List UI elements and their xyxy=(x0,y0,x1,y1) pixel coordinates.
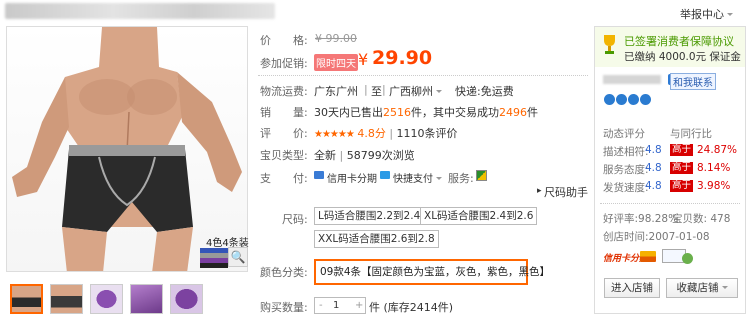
trophy-icon xyxy=(603,34,616,56)
positive-rate: 好评率:98.28% xyxy=(603,213,679,225)
panel-divider xyxy=(600,203,740,204)
view-count: 58799次浏览 xyxy=(346,149,415,162)
currency-symbol: ¥ xyxy=(358,50,369,69)
color-option-selected[interactable]: 09款4条【固定颜色为宝蓝，灰色，紫色，黑色】 xyxy=(314,259,550,285)
ship-to-select[interactable]: 广西柳州 xyxy=(389,83,442,99)
shipping-label: 物流运费: xyxy=(260,85,308,98)
size-option-l[interactable]: L码适合腰围2.2到2.4 xyxy=(314,207,425,225)
sales-text-3: 件 xyxy=(527,106,538,119)
success-count: 2496 xyxy=(499,106,527,119)
card-icon xyxy=(640,251,656,262)
service-label: 服务: xyxy=(448,172,474,185)
item-title-blurred xyxy=(5,3,275,19)
size-helper-link[interactable]: 尺码助手 xyxy=(544,184,588,200)
size-helper-arrow: ▸ xyxy=(537,186,542,196)
item-type-label: 宝贝类型: xyxy=(260,149,308,162)
deposit-text: 已缴纳 4000.0元 保证金 xyxy=(624,51,741,63)
rating-sep: | xyxy=(389,127,394,140)
dsr-compare: 与同行比 xyxy=(670,128,712,140)
sales-text: 30天内已售出2516件，其中交易成功2496件 xyxy=(314,104,538,120)
dsr-label-3: 发货速度: xyxy=(603,182,649,194)
rating-label: 评 价: xyxy=(260,127,308,140)
item-count: 宝贝数: 478 xyxy=(672,213,731,225)
thumbnail-2[interactable] xyxy=(50,284,83,314)
dsr-score-3: 4.8 xyxy=(645,180,662,192)
color-swatch-strip xyxy=(200,248,228,270)
quick-pay-icon xyxy=(380,171,390,179)
ship-from: 广东广州 xyxy=(314,85,358,98)
shipping-fee: 快递:免运费 xyxy=(455,85,514,98)
service-icon[interactable] xyxy=(476,170,487,181)
contact-button[interactable]: 和我联系 xyxy=(670,73,716,90)
size-option-xl[interactable]: XL码适合腰围2.4到2.6 xyxy=(420,207,538,225)
review-count-link[interactable]: 1110条评价 xyxy=(397,127,458,140)
ship-sep-1: | xyxy=(364,83,368,96)
divider xyxy=(258,75,588,76)
item-type-sep: | xyxy=(339,149,344,162)
color-label: 颜色分类: xyxy=(260,266,308,279)
seller-name-blurred xyxy=(603,75,661,84)
credit-payment[interactable]: 信用卡分期 xyxy=(327,170,377,185)
thumbnail-1[interactable] xyxy=(10,284,43,314)
dsr-label-1: 描述相符: xyxy=(603,146,649,158)
seller-level-icons xyxy=(604,94,651,108)
dsr-pct-2: 8.14% xyxy=(697,162,731,174)
guarantee-title[interactable]: 已签署消费者保障协议 xyxy=(624,33,734,49)
qty-input[interactable]: 1 xyxy=(333,298,339,313)
thumbnail-5[interactable] xyxy=(170,284,203,314)
ship-sep: 至 xyxy=(371,85,382,98)
original-price: ¥ 99.00 xyxy=(315,32,357,45)
qty-minus-button[interactable]: - xyxy=(319,298,323,313)
rating-stars: ★★★★★ xyxy=(314,129,355,140)
dsr-pct-1: 24.87% xyxy=(697,144,738,156)
report-center-link[interactable]: 举报中心 xyxy=(680,6,733,22)
shop-created: 创店时间:2007-01-08 xyxy=(603,231,710,243)
credit-card-icon xyxy=(314,171,324,179)
price-label: 价 格: xyxy=(260,34,308,47)
dsr-pct-3: 3.98% xyxy=(697,180,731,192)
dsr-title: 动态评分 xyxy=(603,128,645,140)
stock-text: 件 (库存2414件) xyxy=(369,301,454,314)
verified-icon xyxy=(682,253,693,264)
dsr-tag-1: 高于 xyxy=(670,144,694,156)
thumbnail-4[interactable] xyxy=(130,284,163,314)
thumbnail-3[interactable] xyxy=(90,284,123,314)
enter-shop-button[interactable]: 进入店铺 xyxy=(604,278,660,298)
sales-text-1: 30天内已售出 xyxy=(314,106,383,119)
favorite-shop-button[interactable]: 收藏店铺 xyxy=(666,278,738,298)
promo-price: 29.90 xyxy=(372,47,433,69)
qty-plus-button[interactable]: + xyxy=(355,298,363,313)
size-option-xxl[interactable]: XXL码适合腰围2.6到2.8 xyxy=(314,230,439,248)
item-type-row: 全新 | 58799次浏览 xyxy=(314,147,415,163)
ship-sep-2: | xyxy=(382,83,386,96)
size-label: 尺码: xyxy=(282,213,308,226)
condition: 全新 xyxy=(314,149,336,162)
rating-score: 4.8分 xyxy=(357,127,386,140)
dsr-label-2: 服务态度: xyxy=(603,164,649,176)
dsr-score-1: 4.8 xyxy=(645,144,662,156)
quantity-label: 购买数量: xyxy=(260,301,308,314)
rating-row: ★★★★★ 4.8分 | 1110条评价 xyxy=(314,125,458,141)
sold-count: 2516 xyxy=(383,106,411,119)
sales-text-2: 件，其中交易成功 xyxy=(411,106,499,119)
dsr-score-2: 4.8 xyxy=(645,162,662,174)
payment-label: 支 付: xyxy=(260,172,308,185)
dsr-tag-3: 高于 xyxy=(670,180,694,192)
promo-tag: 限时四天 xyxy=(314,54,358,71)
quick-payment[interactable]: 快捷支付 xyxy=(393,170,442,185)
dsr-tag-2: 高于 xyxy=(670,162,694,174)
sales-label: 销 量: xyxy=(260,106,308,119)
quantity-stepper[interactable]: - 1 + xyxy=(314,297,366,314)
search-icon[interactable]: 🔍 xyxy=(228,247,248,267)
promo-label: 参加促销: xyxy=(260,57,308,70)
